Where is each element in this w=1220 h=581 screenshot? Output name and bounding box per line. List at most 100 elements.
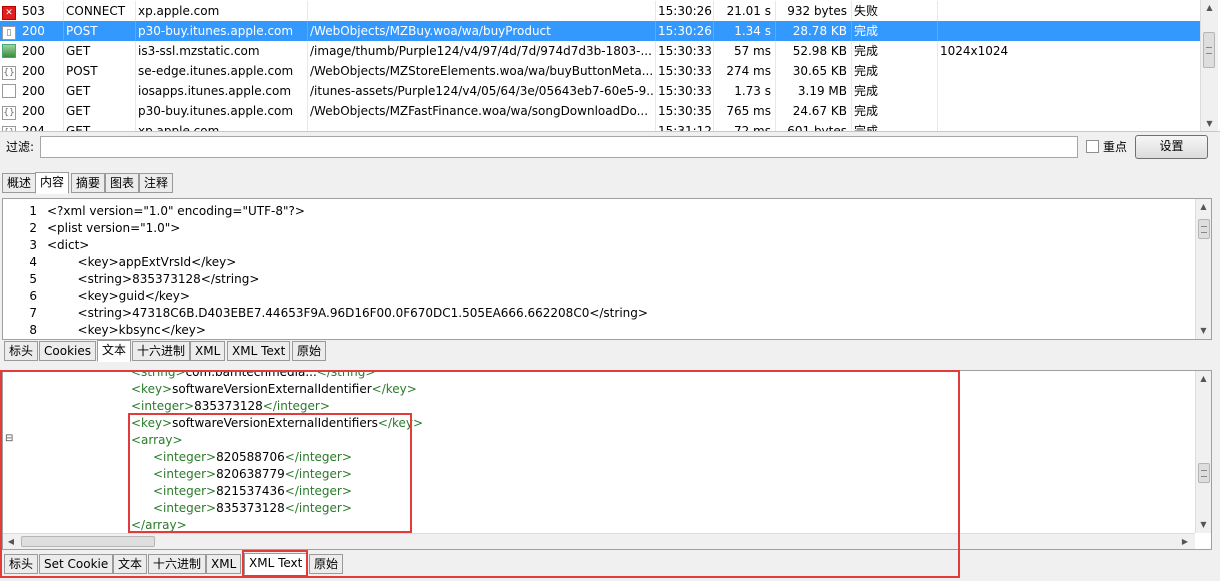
scroll-down-icon[interactable]: ▼ <box>1201 116 1218 131</box>
file-icon <box>2 84 16 98</box>
focus-checkbox-label: 重点 <box>1103 140 1128 154</box>
host-cell: xp.apple.com <box>136 121 308 131</box>
url-cell: /itunes-assets/Purple124/v4/05/64/3e/056… <box>308 81 656 101</box>
status-code-cell: 200 <box>20 101 64 121</box>
tab-summary[interactable]: 摘要 <box>71 173 106 193</box>
line-number: 1 <box>29 204 37 218</box>
session-row[interactable]: {} 200 POST se-edge.itunes.apple.com/WebObj… <box>0 61 1200 81</box>
session-row[interactable]: {} 204GETxp.apple.com 15:31:1272 ms601 byt… <box>0 121 1200 131</box>
scroll-down-icon[interactable]: ▼ <box>1196 517 1211 533</box>
status-cell: 完成 <box>852 101 938 121</box>
extra-cell <box>938 1 1200 21</box>
filter-input[interactable] <box>40 136 1078 158</box>
host-cell: se-edge.itunes.apple.com <box>136 61 308 81</box>
status-code-cell: 200 <box>20 81 64 101</box>
method-cell: POST <box>64 21 136 41</box>
session-row[interactable]: 200 GET is3-ssl.mzstatic.com/image/thumb/P… <box>0 41 1200 61</box>
line-number: 5 <box>29 272 37 286</box>
size-cell: 3.19 MB <box>776 81 852 101</box>
method-cell: GET <box>64 101 136 121</box>
time-cell: 15:30:26 <box>656 21 714 41</box>
highlight-array-box <box>128 413 412 533</box>
extra-cell <box>938 101 1200 121</box>
duration-cell: 1.34 s <box>714 21 776 41</box>
time-cell: 15:30:35 <box>656 101 714 121</box>
tab-request-text[interactable]: 文本 <box>97 340 132 362</box>
image-icon <box>2 44 16 58</box>
response-scrollbar[interactable]: ▲ ▼ <box>1195 371 1211 533</box>
extra-cell: 1024x1024 <box>940 44 1009 58</box>
host-cell: is3-ssl.mzstatic.com <box>136 41 308 61</box>
scroll-thumb[interactable] <box>1198 463 1210 483</box>
row-icon-cell: {} <box>0 121 20 131</box>
tab-request-xml[interactable]: XML <box>190 341 226 361</box>
filter-bar: 过滤: 重点 设置 <box>0 133 1220 163</box>
status-code-cell: 200 <box>20 61 64 81</box>
scroll-up-icon[interactable]: ▲ <box>1201 0 1218 16</box>
code-icon: {} <box>2 126 16 131</box>
scroll-thumb[interactable] <box>1203 32 1215 68</box>
focus-checkbox[interactable] <box>1086 140 1099 153</box>
scroll-down-icon[interactable]: ▼ <box>1196 323 1211 339</box>
tab-request-xml-text[interactable]: XML Text <box>227 341 291 361</box>
status-code-cell: 204 <box>20 121 64 131</box>
duration-cell: 1.73 s <box>714 81 776 101</box>
url-cell: /WebObjects/MZFastFinance.woa/wa/songDow… <box>308 101 656 121</box>
session-row[interactable]: {} 200 GET p30-buy.itunes.apple.com/WebObje… <box>0 101 1200 121</box>
tab-request-raw[interactable]: 原始 <box>292 341 327 361</box>
tab-request-cookies[interactable]: Cookies <box>39 341 96 361</box>
tab-content[interactable]: 内容 <box>35 172 70 194</box>
line-number: 2 <box>29 221 37 235</box>
code-line: <?xml version="1.0" encoding="UTF-8"?> <box>47 204 305 218</box>
line-number: 8 <box>29 323 37 337</box>
session-list[interactable]: ✕ 503 CONNECT xp.apple.com 15:30:26 21.01 s 93… <box>0 0 1220 132</box>
status-code-cell: 503 <box>20 1 64 21</box>
request-body-pane[interactable]: 1 <?xml version="1.0" encoding="UTF-8"?> 2… <box>2 198 1212 340</box>
session-row[interactable]: 200 GET iosapps.itunes.apple.com/itunes-as… <box>0 81 1200 101</box>
row-icon-cell <box>0 41 20 61</box>
scroll-right-icon[interactable]: ▶ <box>1177 534 1193 549</box>
size-cell: 24.67 KB <box>776 101 852 121</box>
line-number: 6 <box>29 289 37 303</box>
code-line: <dict> <box>47 238 90 252</box>
tab-overview[interactable]: 概述 <box>2 173 37 193</box>
row-icon-cell: ▯ <box>0 21 20 41</box>
code-line: <key>appExtVrsId</key> <box>47 255 237 269</box>
code-line: <string>835373128</string> <box>47 272 260 286</box>
url-cell: /WebObjects/MZBuy.woa/wa/buyProduct <box>308 21 656 41</box>
code-line: <string>47318C6B.D403EBE7.44653F9A.96D16… <box>47 306 648 320</box>
session-list-scrollbar[interactable]: ▲ ▼ <box>1200 0 1218 131</box>
extra-cell <box>938 61 1200 81</box>
scroll-up-icon[interactable]: ▲ <box>1196 199 1211 215</box>
tab-request-headers[interactable]: 标头 <box>4 341 39 361</box>
tab-request-hex[interactable]: 十六进制 <box>132 341 191 361</box>
time-cell: 15:31:12 <box>656 121 714 131</box>
scroll-thumb[interactable] <box>1198 219 1210 239</box>
duration-cell: 21.01 s <box>714 1 776 21</box>
url-cell: /image/thumb/Purple124/v4/97/4d/7d/974d7… <box>308 41 656 61</box>
code-icon: {} <box>2 66 16 80</box>
method-cell: GET <box>64 41 136 61</box>
document-icon: ▯ <box>2 26 16 40</box>
duration-cell: 765 ms <box>714 101 776 121</box>
tab-comments[interactable]: 注释 <box>139 173 174 193</box>
size-cell: 601 bytes <box>776 121 852 131</box>
session-row[interactable]: ✕ 503 CONNECT xp.apple.com 15:30:26 21.01 s 93… <box>0 1 1200 21</box>
time-cell: 15:30:33 <box>656 81 714 101</box>
extra-cell <box>938 21 1200 41</box>
url-cell <box>308 1 656 21</box>
request-scrollbar[interactable]: ▲ ▼ <box>1195 199 1211 339</box>
status-cell: 失败 <box>852 1 938 21</box>
tab-chart[interactable]: 图表 <box>105 173 140 193</box>
session-row[interactable]: ▯ 200 POST p30-buy.itunes.apple.com/WebObje… <box>0 21 1200 41</box>
url-cell <box>308 121 656 131</box>
settings-button[interactable]: 设置 <box>1135 135 1208 159</box>
row-icon-cell: {} <box>0 61 20 81</box>
line-number: 3 <box>29 238 37 252</box>
host-cell: p30-buy.itunes.apple.com <box>136 21 308 41</box>
scroll-up-icon[interactable]: ▲ <box>1196 371 1211 387</box>
status-code-cell: 200 <box>20 21 64 41</box>
method-cell: GET <box>64 121 136 131</box>
host-cell: iosapps.itunes.apple.com <box>136 81 308 101</box>
method-cell: GET <box>64 81 136 101</box>
